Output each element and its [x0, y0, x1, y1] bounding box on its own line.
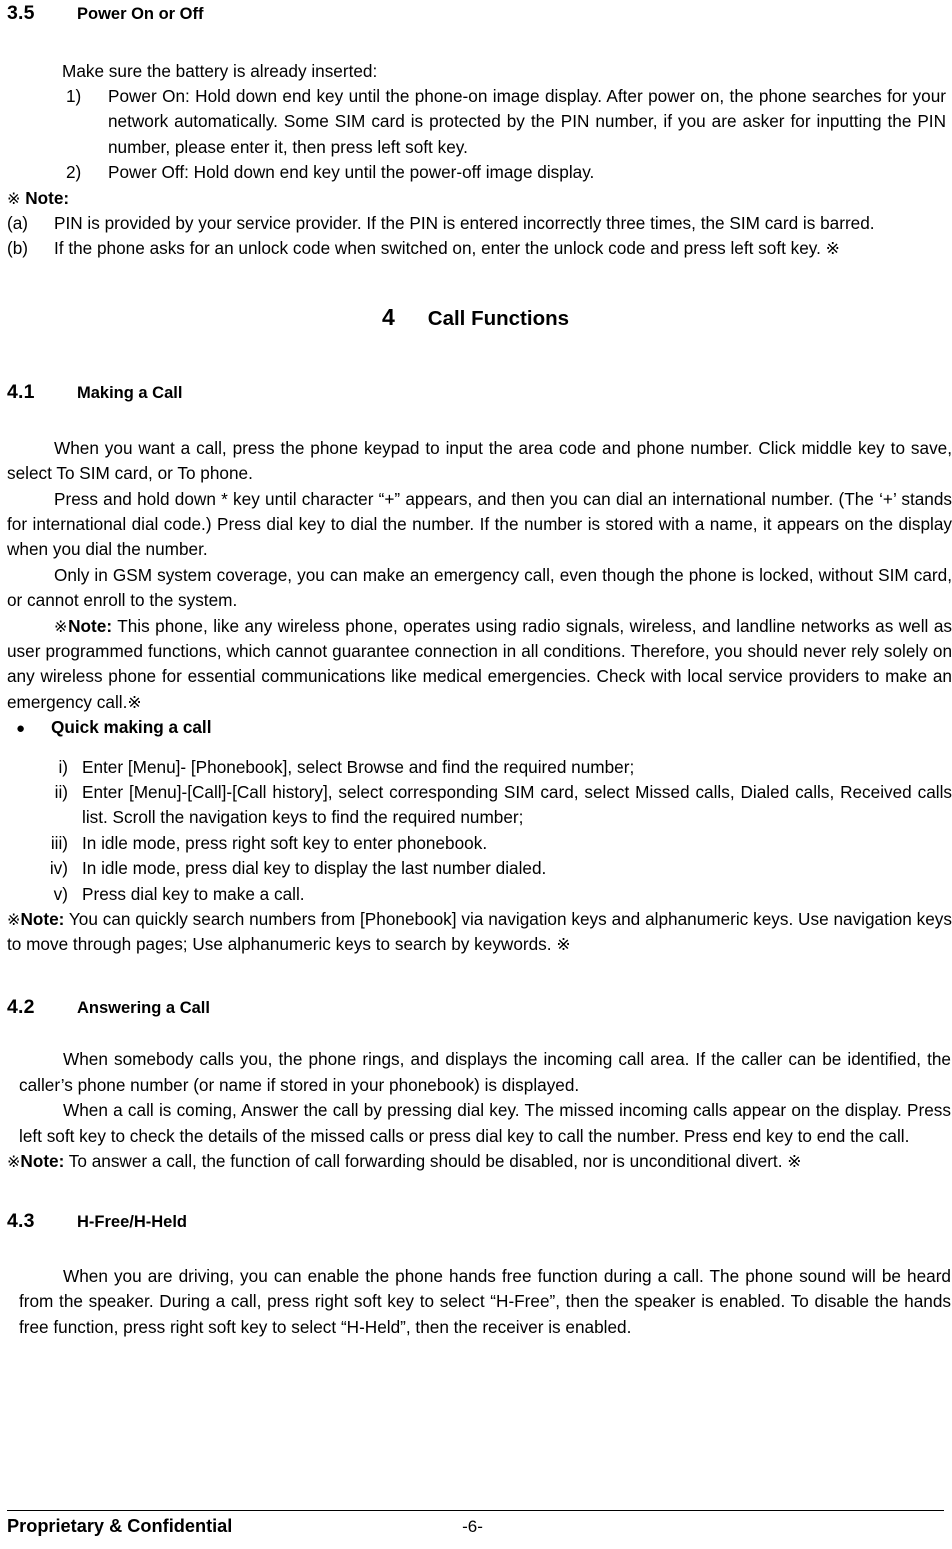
note-label: Note: — [20, 1151, 65, 1171]
heading-4-3-number: 4.3 — [7, 1210, 35, 1233]
heading-3-5: 3.5 Power On or Off — [7, 2, 944, 24]
section-3-5-body: Make sure the battery is already inserte… — [62, 59, 946, 84]
making-call-para-3: Only in GSM system coverage, you can mak… — [7, 564, 952, 611]
chapter-4-title: Call Functions — [427, 306, 570, 330]
list-item: (b) If the phone asks for an unlock code… — [7, 236, 952, 261]
list-text: Enter [Menu]- [Phonebook], select Browse… — [82, 756, 635, 777]
heading-3-5-number: 3.5 — [7, 2, 35, 24]
note-mark-icon: ※ — [7, 188, 21, 208]
section-4-1-note-2: ※Note: You can quickly search numbers fr… — [7, 907, 952, 958]
list-marker: 1) — [66, 85, 82, 106]
list-marker: iv) — [49, 858, 68, 879]
note-text: To answer a call, the function of call f… — [64, 1151, 802, 1171]
power-steps-list: 1) Power On: Hold down end key until the… — [62, 84, 946, 186]
heading-4-1-number: 4.1 — [7, 381, 35, 404]
list-marker: v) — [53, 883, 68, 904]
heading-4-3: 4.3 H-Free/H-Held — [7, 1212, 944, 1232]
list-item: (a) PIN is provided by your service prov… — [7, 211, 952, 236]
note-text: You can quickly search numbers from [Pho… — [7, 909, 952, 955]
making-call-para-2: Press and hold down * key until characte… — [7, 488, 952, 560]
note-3-5-heading: ※ Note: — [7, 186, 952, 211]
chapter-4-heading: 4 Call Functions — [7, 303, 944, 330]
battery-intro-text: Make sure the battery is already inserte… — [62, 60, 378, 81]
heading-4-3-title: H-Free/H-Held — [77, 1213, 188, 1232]
list-text: Power On: Hold down end key until the ph… — [108, 85, 946, 157]
page-footer: Proprietary & Confidential -6- — [7, 1510, 944, 1549]
heading-4-2-title: Answering a Call — [77, 998, 210, 1017]
chapter-4-number: 4 — [381, 303, 395, 330]
list-item: i) Enter [Menu]- [Phonebook], select Bro… — [40, 755, 952, 780]
quick-steps-list: i) Enter [Menu]- [Phonebook], select Bro… — [40, 755, 952, 907]
bullet-dot-icon: ● — [16, 720, 26, 738]
list-text: PIN is provided by your service provider… — [54, 212, 875, 233]
note-mark-icon: ※ — [7, 1152, 21, 1171]
note-mark-icon: ※ — [7, 910, 21, 930]
list-text: In idle mode, press dial key to display … — [82, 858, 547, 879]
list-item: 2) Power Off: Hold down end key until th… — [62, 160, 946, 185]
list-text: In idle mode, press right soft key to en… — [82, 832, 488, 853]
bullet-label: Quick making a call — [51, 717, 212, 738]
answering-call-note: ※Note: To answer a call, the function of… — [7, 1149, 952, 1174]
heading-3-5-title: Power On or Off — [77, 5, 204, 23]
section-4-3-body: When you are driving, you can enable the… — [19, 1264, 951, 1340]
list-text: If the phone asks for an unlock code whe… — [54, 238, 841, 259]
note-text: This phone, like any wireless phone, ope… — [7, 615, 952, 712]
heading-4-2: 4.2 Answering a Call — [7, 995, 944, 1018]
section-4-2-body: When somebody calls you, the phone rings… — [7, 1047, 951, 1174]
list-item: iii) In idle mode, press right soft key … — [40, 831, 952, 856]
document-page: 3.5 Power On or Off Make sure the batter… — [0, 0, 952, 1549]
list-marker: (b) — [7, 238, 29, 259]
list-text: Enter [Menu]-[Call]-[Call history], sele… — [82, 782, 952, 828]
note-label: Note: — [20, 909, 65, 930]
note-mark-icon: ※ — [54, 616, 69, 636]
hfree-hheld-para-1: When you are driving, you can enable the… — [19, 1265, 951, 1337]
list-marker: i) — [58, 756, 68, 777]
list-item: iv) In idle mode, press dial key to disp… — [40, 856, 952, 881]
list-text: Press dial key to make a call. — [82, 883, 305, 904]
quick-making-call-bullet: ● Quick making a call — [7, 715, 944, 741]
making-call-note: ※Note: This phone, like any wireless pho… — [7, 614, 952, 716]
list-item: v) Press dial key to make a call. — [40, 882, 952, 907]
note-label: Note: — [25, 187, 70, 208]
section-4-1-body: When you want a call, press the phone ke… — [7, 436, 952, 715]
heading-4-2-number: 4.2 — [7, 995, 35, 1018]
making-call-para-1: When you want a call, press the phone ke… — [7, 437, 952, 484]
answering-call-para-2: When a call is coming, Answer the call b… — [19, 1100, 951, 1146]
list-text: Power Off: Hold down end key until the p… — [108, 162, 595, 183]
list-item: 1) Power On: Hold down end key until the… — [62, 84, 946, 160]
list-marker: ii) — [54, 782, 68, 803]
list-marker: 2) — [66, 162, 82, 183]
footer-page-number: -6- — [462, 1517, 483, 1536]
heading-4-1-title: Making a Call — [77, 384, 183, 403]
list-marker: (a) — [7, 212, 29, 233]
note-3-5-list: (a) PIN is provided by your service prov… — [7, 211, 952, 262]
note-label: Note: — [68, 615, 113, 636]
list-marker: iii) — [50, 832, 68, 853]
heading-4-1: 4.1 Making a Call — [7, 383, 944, 403]
list-item: ii) Enter [Menu]-[Call]-[Call history], … — [40, 780, 952, 831]
answering-call-para-1: When somebody calls you, the phone rings… — [19, 1049, 951, 1095]
